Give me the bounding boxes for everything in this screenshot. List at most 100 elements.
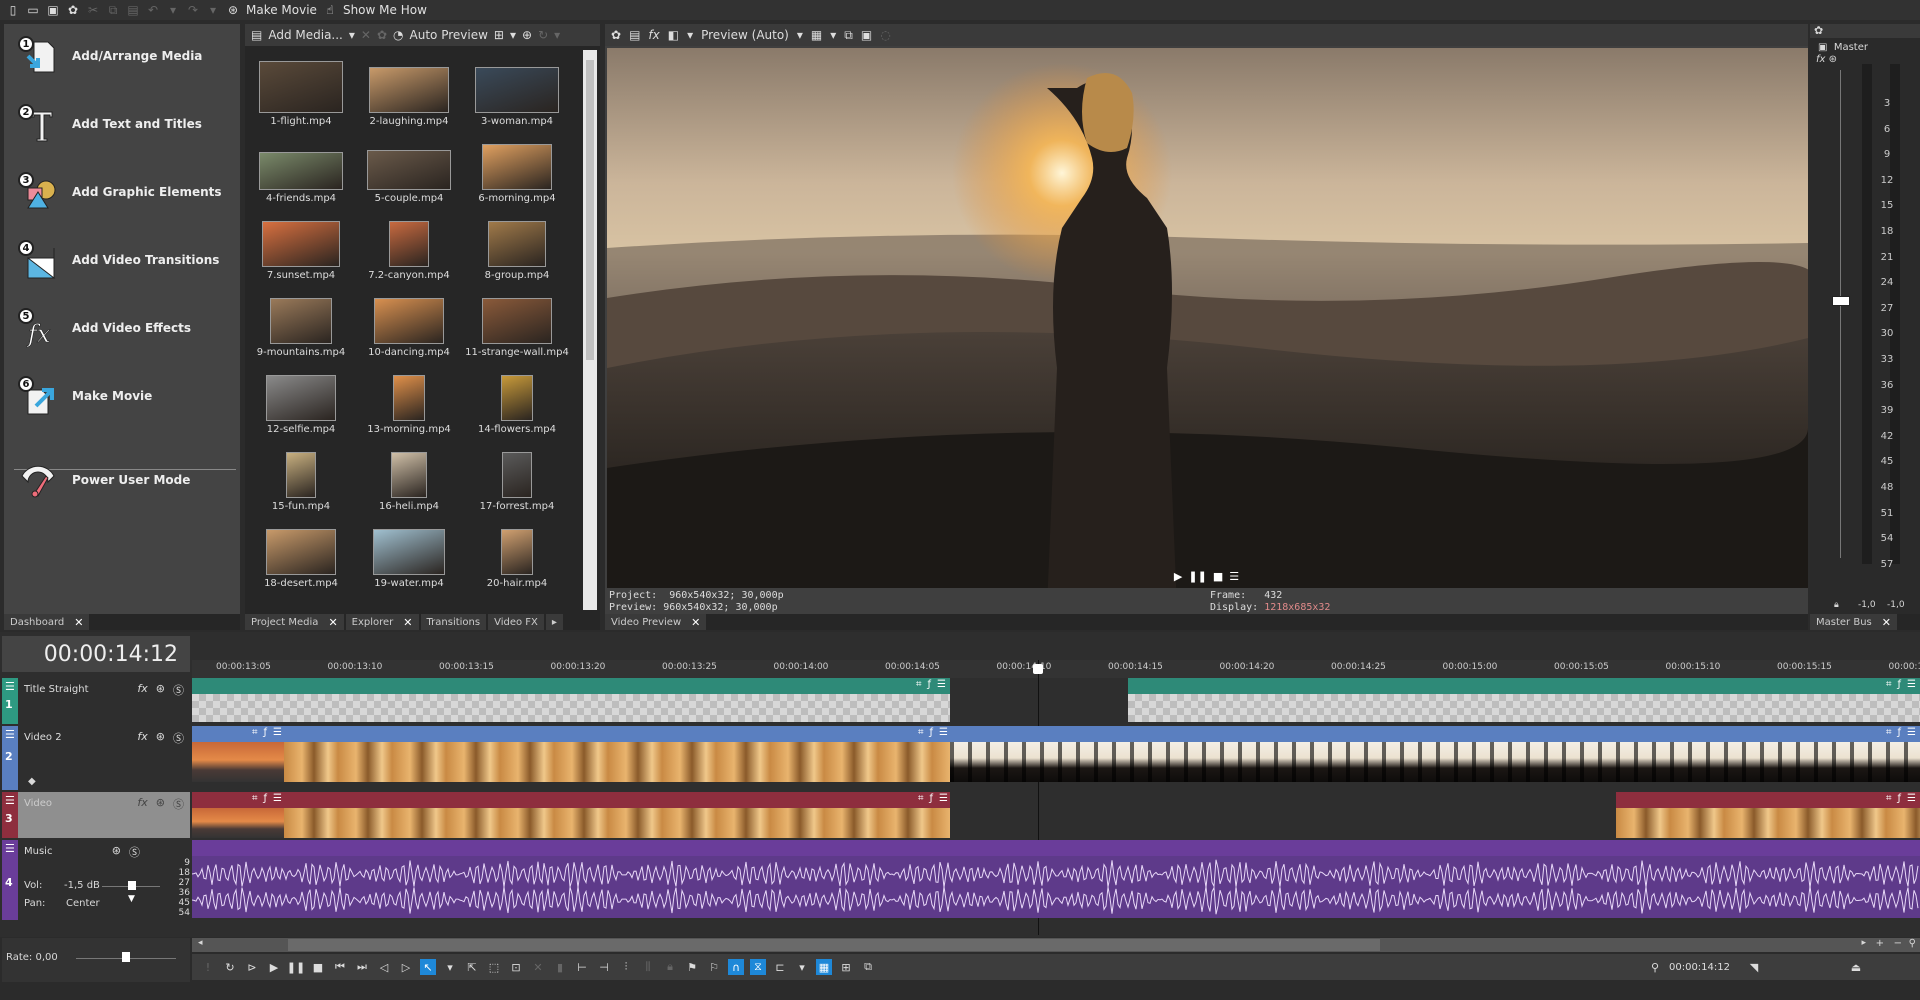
master-settings-gear-icon[interactable]: ✿	[1810, 24, 1920, 38]
event-fx-icon[interactable]: ƒ	[930, 793, 934, 804]
dashboard-item-add-transitions[interactable]: 4 Add Video Transitions	[18, 240, 219, 280]
compositing-icon[interactable]: ◆	[28, 776, 36, 787]
playhead-handle[interactable]	[1033, 664, 1043, 674]
close-icon[interactable]: ✕	[74, 616, 83, 629]
media-item[interactable]: 7.2-canyon.mp4	[359, 204, 459, 281]
ignore-grouping-icon[interactable]: ⫼	[640, 959, 656, 975]
title-clip-1[interactable]: ⌗ ƒ ☰	[192, 678, 950, 722]
dashboard-item-add-effects[interactable]: 5 fx Add Video Effects	[18, 308, 191, 348]
preview-settings-gear-icon[interactable]: ✿	[611, 28, 621, 42]
media-item[interactable]: 16-heli.mp4	[359, 435, 459, 512]
lock-icon[interactable]: 🔒︎	[1834, 600, 1839, 610]
video2-clip-desert[interactable]: ⌗ ƒ ☰	[284, 726, 950, 782]
solo-icon[interactable]: Ⓢ	[173, 682, 184, 698]
timeline-hscrollbar[interactable]: ◂ ▸ + − ⚲	[192, 938, 1920, 952]
media-item[interactable]: 5-couple.mp4	[359, 127, 459, 204]
tab-explorer[interactable]: Explorer ✕	[345, 614, 419, 630]
fx-icon[interactable]: fx	[648, 28, 659, 42]
edit-tool-dropdown-icon[interactable]: ▾	[442, 959, 458, 975]
save-snapshot-icon[interactable]: ▣	[861, 28, 872, 42]
mute-icon[interactable]: ⊛	[156, 730, 165, 746]
pan-crop-icon[interactable]: ⌗	[252, 727, 258, 738]
media-item[interactable]: 11-strange-wall.mp4	[465, 281, 569, 358]
tab-video-preview[interactable]: Video Preview ✕	[605, 614, 707, 630]
play-icon[interactable]: ▶	[266, 959, 282, 975]
undo-dropdown-icon[interactable]: ▾	[166, 3, 180, 17]
open-folder-icon[interactable]: ▭	[26, 3, 40, 17]
clip-menu-icon[interactable]: ☰	[937, 679, 946, 690]
delete-icon[interactable]: ✕	[530, 959, 546, 975]
event-fx-icon[interactable]: ƒ	[264, 793, 268, 804]
preview-quality-arrow-icon[interactable]: ▾	[797, 28, 803, 42]
group-icon[interactable]: ⧉	[860, 959, 876, 975]
paste-icon[interactable]: ▤	[126, 3, 140, 17]
play-icon[interactable]: ▶	[1174, 570, 1182, 583]
track-header-video2[interactable]: ☰ 2 Video 2 fx ⊛ Ⓢ ◆	[2, 726, 190, 790]
media-item[interactable]: 18-desert.mp4	[251, 512, 351, 589]
auto-preview-toggle[interactable]: Auto Preview	[410, 28, 488, 42]
event-fx-icon[interactable]: ƒ	[1898, 793, 1902, 804]
zoom-out-icon[interactable]: −	[1894, 938, 1902, 949]
normal-edit-tool-icon[interactable]: ↖	[420, 959, 436, 975]
split-icon[interactable]: ⫶	[618, 959, 634, 975]
marker-icon[interactable]: ⚑	[684, 959, 700, 975]
ripple-dropdown-icon[interactable]: ▾	[794, 959, 810, 975]
clip-menu-icon[interactable]: ☰	[1907, 793, 1916, 804]
zoom-tool-icon[interactable]: ⚲	[1909, 938, 1916, 949]
media-item[interactable]: 15-fun.mp4	[251, 435, 351, 512]
media-item[interactable]: 13-morning.mp4	[359, 358, 459, 435]
media-item[interactable]: 12-selfie.mp4	[251, 358, 351, 435]
pan-slider-handle[interactable]: ▼	[128, 894, 135, 904]
loop-icon[interactable]: ↻	[222, 959, 238, 975]
event-fx-icon[interactable]: ƒ	[930, 727, 934, 738]
media-item[interactable]: 10-dancing.mp4	[359, 281, 459, 358]
prev-frame-icon[interactable]: ◁	[376, 959, 392, 975]
video-clip-desert[interactable]: ⌗ ƒ ☰	[284, 792, 950, 838]
event-fx-icon[interactable]: ƒ	[1898, 727, 1902, 738]
scroll-left-icon[interactable]: ◂	[198, 938, 203, 948]
tab-dashboard[interactable]: Dashboard ✕	[4, 614, 90, 630]
media-item[interactable]: 19-water.mp4	[359, 512, 459, 589]
selection-tool-icon[interactable]: ⬚	[486, 959, 502, 975]
refresh-icon[interactable]: ↻	[538, 28, 548, 42]
media-item[interactable]: 7.sunset.mp4	[251, 204, 351, 281]
media-item[interactable]: 8-group.mp4	[467, 204, 567, 281]
snapping-icon[interactable]: ∩	[728, 959, 744, 975]
copy-snapshot-icon[interactable]: ⧉	[844, 28, 853, 43]
media-item[interactable]: 3-woman.mp4	[467, 50, 567, 127]
media-item[interactable]: 20-hair.mp4	[467, 512, 567, 589]
next-frame-icon[interactable]: ▷	[398, 959, 414, 975]
ripple-edit-icon[interactable]: ⊏	[772, 959, 788, 975]
pan-crop-icon[interactable]: ⌗	[1886, 793, 1892, 804]
properties-gear-icon[interactable]: ✿	[377, 28, 387, 42]
go-to-end-icon[interactable]: ⏭	[354, 959, 370, 975]
timeline-ruler[interactable]: 00:00:13:05 00:00:13:10 00:00:13:15 00:00:1…	[192, 660, 1920, 678]
title-clip-2[interactable]: ⌗ ƒ ☰	[1128, 678, 1920, 722]
preview-mode-dropdown-icon[interactable]: ▾	[687, 28, 693, 42]
zoom-search-icon[interactable]: ⊕	[522, 28, 532, 42]
lock-icon[interactable]: 🔒︎	[662, 959, 678, 975]
trim-icon[interactable]: ▮	[552, 959, 568, 975]
event-fx-icon[interactable]: ƒ	[1898, 679, 1902, 690]
split-screen-icon[interactable]: ◧	[668, 28, 679, 42]
cut-icon[interactable]: ✂	[86, 3, 100, 17]
track-header-music[interactable]: ☰ 4 Music ⊛ Ⓢ Vol: -1,5 dB Pan: Center ▼ …	[2, 840, 190, 920]
master-fx-icon[interactable]: fx ⊛	[1816, 54, 1837, 65]
mute-icon[interactable]: ⊛	[156, 796, 165, 812]
solo-icon[interactable]: Ⓢ	[173, 730, 184, 746]
video2-clip-sunset[interactable]: ⌗ ƒ ☰	[192, 726, 284, 782]
video2-clip-silhouette[interactable]: ⌗ ƒ ☰	[950, 726, 1920, 782]
music-clip[interactable]	[192, 840, 1920, 918]
scroll-thumb[interactable]	[586, 60, 594, 360]
close-icon[interactable]: ✕	[691, 616, 700, 629]
track-header-title[interactable]: ☰ 1 Title Straight fx ⊛ Ⓢ	[2, 678, 190, 724]
close-icon[interactable]: ✕	[1882, 616, 1891, 629]
pan-crop-icon[interactable]: ⌗	[918, 793, 924, 804]
dashboard-item-make-movie[interactable]: 6 Make Movie	[18, 376, 152, 416]
video-clip-sunset[interactable]: ⌗ ƒ ☰	[192, 792, 284, 838]
external-monitor-icon[interactable]: ▤	[629, 28, 640, 42]
clip-menu-icon[interactable]: ☰	[273, 793, 282, 804]
media-item[interactable]: 4-friends.mp4	[251, 127, 351, 204]
media-scrollbar[interactable]	[583, 50, 597, 610]
pan-crop-icon[interactable]: ⌗	[252, 793, 258, 804]
